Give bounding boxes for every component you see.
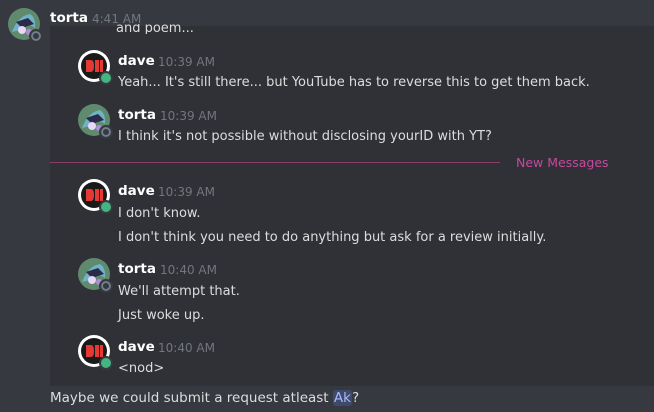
username[interactable]: torta <box>118 261 156 277</box>
username[interactable]: dave <box>118 53 155 69</box>
timestamp: 10:39 AM <box>160 109 217 123</box>
message-text-after: ? <box>351 390 360 406</box>
message-text: I don't know. <box>118 206 201 221</box>
status-online-indicator <box>99 200 113 214</box>
message-text: Maybe we could submit a request atleast … <box>50 390 359 406</box>
message-text: I think it's not possible without disclo… <box>118 129 492 144</box>
username[interactable]: torta <box>50 10 88 26</box>
status-offline-indicator <box>99 279 113 293</box>
message-text: <nod> <box>118 361 165 376</box>
status-online-indicator <box>99 356 113 370</box>
cut-off-message-line: and poem... <box>116 24 194 34</box>
avatar[interactable] <box>78 104 113 139</box>
message-text: Just woke up. <box>118 308 205 323</box>
user-mention[interactable]: Ak <box>332 390 352 406</box>
message-text: I don't think you need to do anything bu… <box>118 230 547 245</box>
avatar[interactable] <box>78 50 113 85</box>
timestamp: 10:40 AM <box>158 341 215 355</box>
username[interactable]: torta <box>118 107 156 123</box>
status-offline-indicator <box>29 29 43 43</box>
avatar[interactable] <box>78 179 113 214</box>
timestamp: 10:39 AM <box>158 185 215 199</box>
message-text: We'll attempt that. <box>118 284 240 299</box>
message-text: Yeah... It's still there... but YouTube … <box>118 75 590 90</box>
avatar[interactable] <box>8 8 43 43</box>
new-messages-label: New Messages <box>516 155 609 170</box>
username[interactable]: dave <box>118 339 155 355</box>
timestamp: 10:40 AM <box>160 263 217 277</box>
username[interactable]: dave <box>118 183 155 199</box>
status-online-indicator <box>99 71 113 85</box>
new-messages-divider <box>50 162 500 163</box>
avatar[interactable] <box>78 335 113 370</box>
avatar[interactable] <box>78 258 113 293</box>
timestamp: 10:39 AM <box>158 55 215 69</box>
message-text-before: Maybe we could submit a request atleast <box>50 390 333 406</box>
status-offline-indicator <box>99 125 113 139</box>
